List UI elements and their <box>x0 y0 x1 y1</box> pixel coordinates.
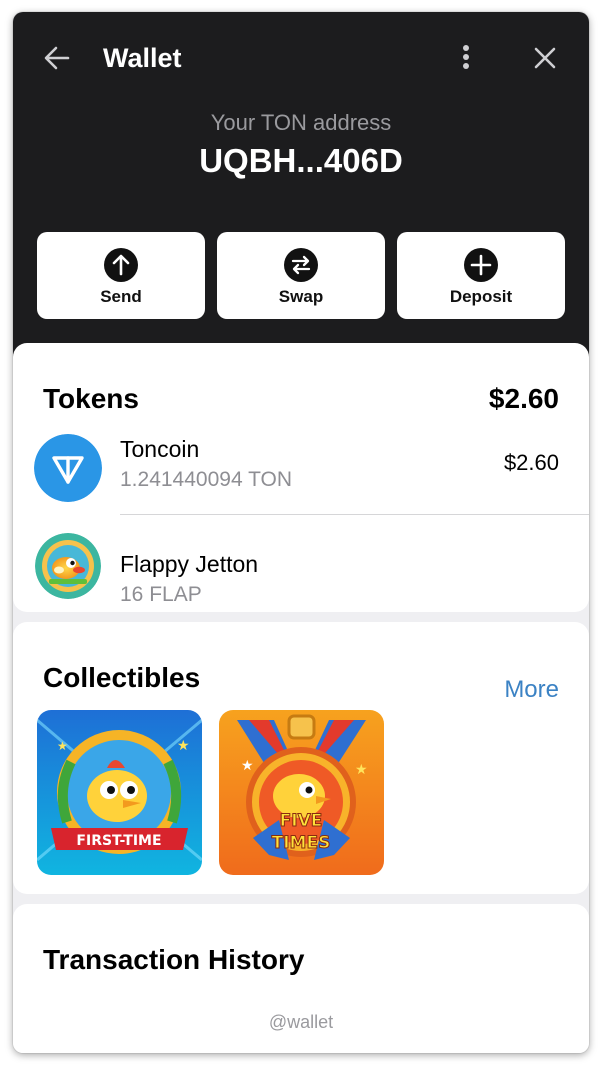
swap-arrows-icon <box>284 248 318 282</box>
collectibles-card: Collectibles More FIRST-TIME ★ ★ FIVE TI… <box>13 622 589 894</box>
top-bar: Wallet <box>13 12 589 102</box>
close-icon <box>534 47 556 69</box>
token-name: Flappy Jetton <box>120 551 259 577</box>
deposit-button[interactable]: Deposit <box>397 232 565 319</box>
arrow-up-circle-icon <box>104 248 138 282</box>
five-times-badge-image: FIVE TIMES ★ ★ <box>219 710 384 875</box>
address-label: Your TON address <box>210 110 392 135</box>
token-row-toncoin[interactable]: Toncoin 1.241440094 TON $2.60 <box>13 433 589 523</box>
badge-text-first-time: FIRST-TIME <box>76 833 161 849</box>
token-amount: 1.241440094 TON <box>120 468 293 491</box>
svg-text:★: ★ <box>355 761 368 777</box>
badge-text-five: FIVE <box>280 811 323 831</box>
tokens-title: Tokens <box>43 383 139 414</box>
wallet-window: Wallet Your TON address UQBH...406D Send… <box>13 12 589 1053</box>
svg-text:★: ★ <box>57 739 68 753</box>
wallet-handle: @wallet <box>268 1012 334 1032</box>
first-time-badge-image: FIRST-TIME ★ ★ <box>37 710 202 875</box>
flappy-bird-icon <box>35 533 101 599</box>
collectibles-more-link[interactable]: More <box>504 676 559 704</box>
action-buttons: Send Swap Deposit <box>37 232 565 319</box>
token-value: $2.60 <box>503 450 559 475</box>
badge-text-times: TIMES <box>272 833 331 853</box>
nft-first-time-badge[interactable]: FIRST-TIME ★ ★ <box>37 710 202 875</box>
tokens-total: $2.60 <box>488 383 559 414</box>
token-divider <box>120 514 589 515</box>
kebab-menu-icon <box>463 45 469 69</box>
collectibles-title: Collectibles <box>43 662 201 693</box>
deposit-label: Deposit <box>449 287 513 306</box>
plus-circle-icon <box>464 248 498 282</box>
send-button[interactable]: Send <box>37 232 205 319</box>
ton-address[interactable]: UQBH...406D <box>13 142 589 180</box>
token-name: Toncoin <box>120 436 200 462</box>
nft-five-times-badge[interactable]: FIVE TIMES ★ ★ <box>219 710 384 875</box>
more-menu-button[interactable] <box>453 40 479 76</box>
arrow-left-icon <box>44 46 70 70</box>
transaction-history-title: Transaction History <box>43 944 305 975</box>
page-title: Wallet <box>103 43 182 73</box>
swap-button[interactable]: Swap <box>217 232 385 319</box>
svg-text:★: ★ <box>177 737 190 753</box>
svg-text:★: ★ <box>241 757 254 773</box>
token-amount: 16 FLAP <box>120 583 202 606</box>
toncoin-icon <box>34 434 102 502</box>
swap-label: Swap <box>278 287 324 306</box>
token-list-lower: Flappy Jetton 16 FLAP <box>13 516 589 612</box>
close-button[interactable] <box>527 40 563 76</box>
back-button[interactable] <box>39 40 75 76</box>
send-label: Send <box>100 287 142 306</box>
wallet-header: Wallet Your TON address UQBH...406D Send… <box>13 12 589 362</box>
token-row-flappy-jetton[interactable]: Flappy Jetton 16 FLAP <box>13 516 589 606</box>
